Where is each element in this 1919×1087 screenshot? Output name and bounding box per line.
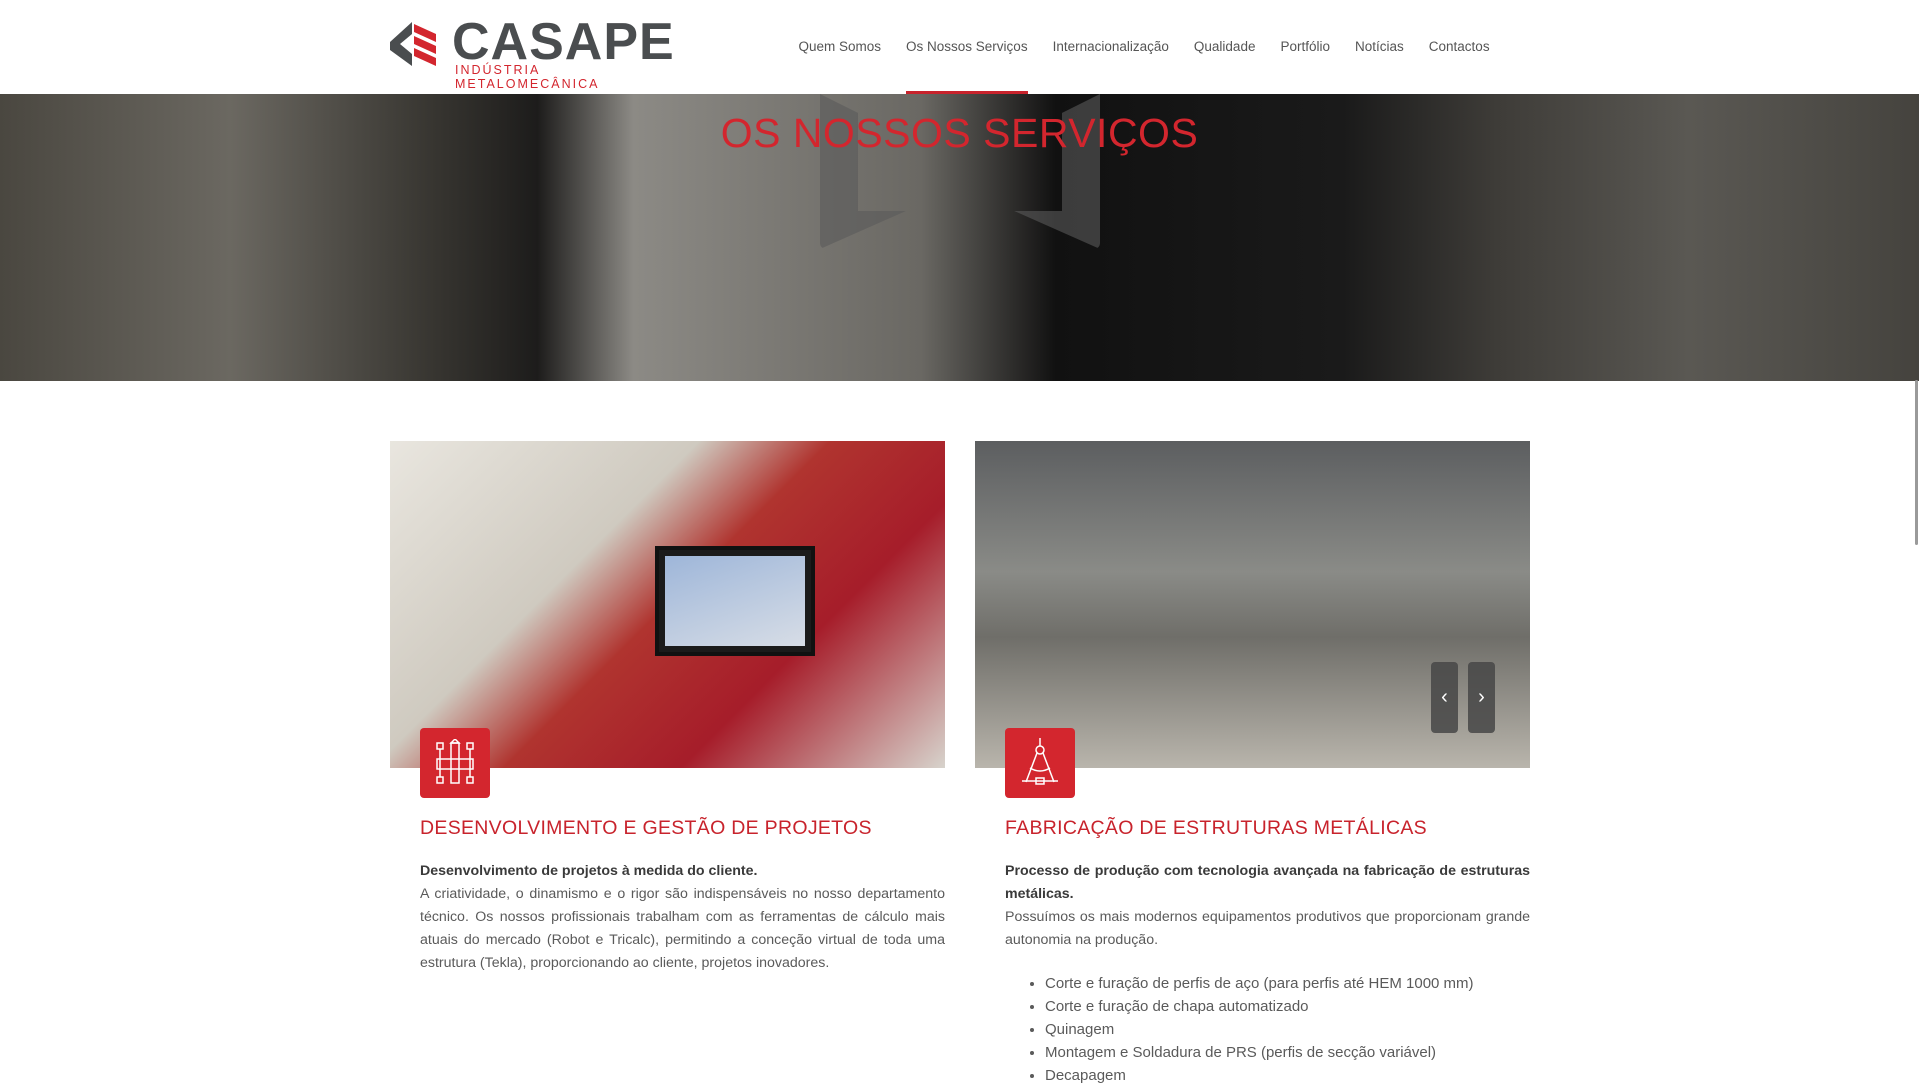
service-description: Desenvolvimento de projetos à medida do … — [420, 860, 945, 975]
main-nav: Quem Somos Os Nossos Serviços Internacio… — [786, 0, 1502, 94]
service-title: DESENVOLVIMENTO E GESTÃO DE PROJETOS — [420, 817, 872, 839]
list-item: Decapagem — [1045, 1064, 1530, 1087]
carousel-prev-button[interactable]: ‹ — [1431, 662, 1458, 733]
nav-portfolio[interactable]: Portfólio — [1268, 0, 1343, 94]
service-title: FABRICAÇÃO DE ESTRUTURAS METÁLICAS — [1005, 817, 1427, 839]
service-lead: Desenvolvimento de projetos à medida do … — [420, 863, 758, 879]
service-card-fabricacao: ‹ › FABRICAÇÃO DE ESTRUTURAS METÁLICAS P… — [975, 441, 1530, 1087]
service-description: Processo de produção com tecnologia avan… — [1005, 860, 1530, 952]
page-title: OS NOSSOS SERVIÇOS — [720, 110, 1199, 156]
list-item: Montagem e Soldadura de PRS (perfis de s… — [1045, 1041, 1530, 1064]
nav-contactos[interactable]: Contactos — [1416, 0, 1502, 94]
service-image-office — [390, 441, 945, 768]
service-card-projetos: DESENVOLVIMENTO E GESTÃO DE PROJETOS Des… — [390, 441, 945, 975]
nav-internacionalizacao[interactable]: Internacionalização — [1040, 0, 1181, 94]
carousel-next-button[interactable]: › — [1468, 662, 1495, 733]
service-text: Possuímos os mais modernos equipamentos … — [1005, 909, 1530, 948]
service-text: A criatividade, o dinamismo e o rigor sã… — [420, 886, 945, 971]
nav-noticias[interactable]: Notícias — [1343, 0, 1417, 94]
nav-quem-somos[interactable]: Quem Somos — [786, 0, 894, 94]
scrollbar-thumb[interactable] — [1915, 380, 1918, 545]
nav-qualidade[interactable]: Qualidade — [1181, 0, 1268, 94]
service-lead: Processo de produção com tecnologia avan… — [1005, 863, 1530, 902]
service-image-factory: ‹ › — [975, 441, 1530, 768]
logo-mark-icon — [390, 22, 436, 66]
capabilities-list: Corte e furação de perfis de aço (para p… — [1045, 972, 1530, 1087]
chevron-left-icon: ‹ — [1441, 686, 1448, 708]
page-scrollbar[interactable] — [1915, 94, 1919, 1079]
list-item: Quinagem — [1045, 1018, 1530, 1041]
compass-icon — [1005, 728, 1075, 798]
blueprint-icon — [420, 728, 490, 798]
list-item: Corte e furação de perfis de aço (para p… — [1045, 972, 1530, 995]
casape-logo[interactable]: CASAPE INDÚSTRIA METALOMECÂNICA — [390, 13, 685, 91]
logo-tagline: INDÚSTRIA METALOMECÂNICA — [455, 63, 600, 91]
chevron-right-icon: › — [1478, 686, 1485, 708]
list-item: Corte e furação de chapa automatizado — [1045, 995, 1530, 1018]
hero-banner: OS NOSSOS SERVIÇOS — [0, 94, 1919, 381]
site-header: CASAPE INDÚSTRIA METALOMECÂNICA Quem Som… — [0, 0, 1919, 94]
monitor-graphic — [655, 546, 815, 656]
nav-os-nossos-servicos[interactable]: Os Nossos Serviços — [894, 0, 1041, 94]
